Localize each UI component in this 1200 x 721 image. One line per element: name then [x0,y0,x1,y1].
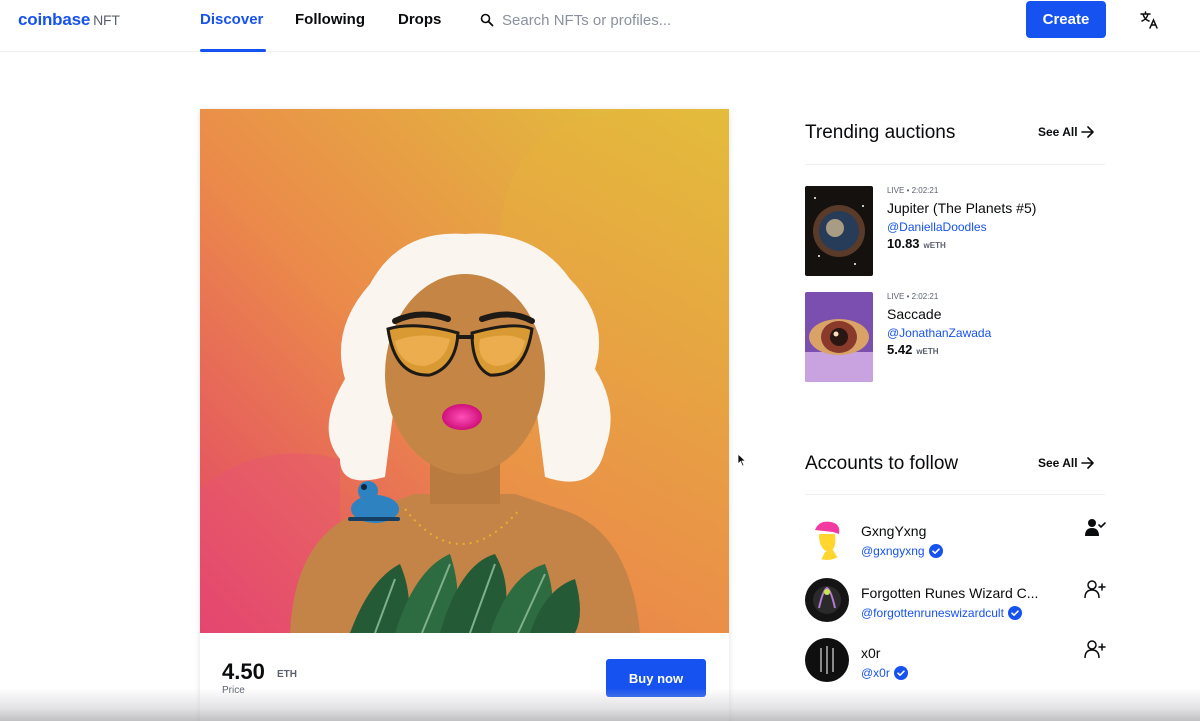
auction-amount-unit: wETH [916,347,939,356]
nft-price-currency: ETH [277,669,297,680]
search-icon [480,13,494,27]
see-all-label: See All [1038,125,1078,139]
bottom-fade-overlay [0,688,1200,721]
auction-item[interactable]: LIVE • 2:02:21 Saccade @JonathanZawada 5… [805,292,1105,384]
active-tab-indicator [200,49,266,52]
verified-badge-icon [1007,606,1022,620]
see-all-label: See All [1038,456,1078,470]
brand-name: coinbase [18,10,91,29]
auction-title[interactable]: Saccade [887,306,941,322]
account-handle[interactable]: @gxngyxng [861,544,943,558]
verified-badge-icon [893,666,908,680]
account-item[interactable]: GxngYxng @gxngyxng [805,516,1110,564]
search-input[interactable] [502,11,782,29]
coinbase-nft-logo[interactable]: coinbase NFT [18,10,120,30]
auction-thumbnail[interactable] [805,186,873,276]
accounts-to-follow-title: Accounts to follow [805,453,959,474]
divider [805,164,1105,165]
auction-amount-value: 10.83 [887,236,920,251]
search-bar [480,9,800,31]
auction-status: LIVE • 2:02:21 [887,292,939,301]
account-handle-text: @gxngyxng [861,544,925,558]
top-navigation: coinbaseNFT Discover Following Drops Cre… [0,0,1200,52]
account-name[interactable]: GxngYxng [861,523,926,539]
tab-discover[interactable]: Discover [200,11,263,28]
auction-amount: 10.83 wETH [887,236,946,251]
featured-nft-card[interactable]: 4.50 ETH Price Buy now [200,109,729,721]
auction-thumbnail[interactable] [805,292,873,382]
tab-drops[interactable]: Drops [398,11,441,28]
arrow-right-icon [1080,126,1094,138]
auction-amount-value: 5.42 [887,342,913,357]
auction-creator[interactable]: @JonathanZawada [887,326,991,340]
account-name[interactable]: Forgotten Runes Wizard C... [861,585,1038,601]
nft-price: 4.50 [222,659,265,684]
auction-amount-unit: wETH [923,241,946,250]
add-user-icon[interactable] [1083,638,1107,662]
avatar[interactable] [805,638,849,682]
avatar[interactable] [805,578,849,622]
auction-creator[interactable]: @DaniellaDoodles [887,220,987,234]
trending-see-all-link[interactable]: See All [1038,125,1095,139]
mouse-cursor-icon [737,453,747,467]
auction-item[interactable]: LIVE • 2:02:21 Jupiter (The Planets #5) … [805,186,1105,278]
tab-following[interactable]: Following [295,11,365,28]
account-name[interactable]: x0r [861,645,880,661]
divider [805,494,1105,495]
brand-suffix: NFT [93,12,120,28]
auction-status: LIVE • 2:02:21 [887,186,939,195]
account-handle[interactable]: @x0r [861,666,908,680]
auction-title[interactable]: Jupiter (The Planets #5) [887,200,1036,216]
add-user-icon[interactable] [1083,578,1107,602]
accounts-see-all-link[interactable]: See All [1038,456,1095,470]
auction-amount: 5.42 wETH [887,342,939,357]
verified-badge-icon [928,544,943,558]
following-check-icon[interactable] [1083,516,1107,540]
account-item[interactable]: x0r @x0r [805,638,1110,686]
featured-nft-artwork[interactable] [200,109,729,633]
account-handle[interactable]: @forgottenruneswizardcult [861,606,1022,620]
account-handle-text: @x0r [861,666,890,680]
create-button[interactable]: Create [1026,1,1106,38]
translate-icon[interactable] [1138,9,1160,31]
trending-auctions-title: Trending auctions [805,122,956,143]
account-item[interactable]: Forgotten Runes Wizard C... @forgottenru… [805,578,1110,626]
account-handle-text: @forgottenruneswizardcult [861,606,1004,620]
arrow-right-icon [1080,457,1094,469]
avatar[interactable] [805,516,849,560]
